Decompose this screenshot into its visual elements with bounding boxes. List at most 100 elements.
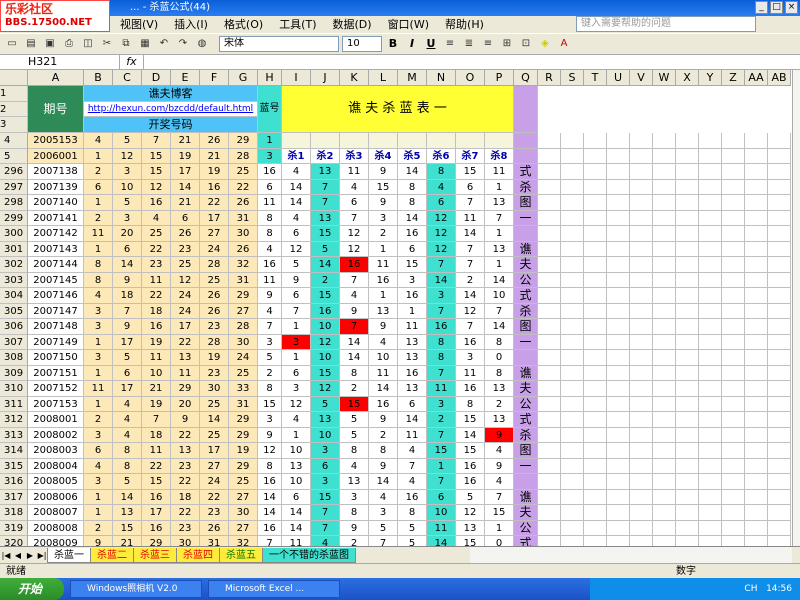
fx-icon[interactable]: fx — [120, 55, 144, 69]
empty-cell[interactable] — [722, 334, 745, 350]
empty-cell[interactable] — [538, 272, 561, 288]
number-cell[interactable]: 14 — [200, 412, 229, 428]
row-header[interactable]: 309 — [0, 365, 28, 381]
empty-cell[interactable] — [630, 505, 653, 521]
kill-cell[interactable]: 5 — [311, 241, 340, 257]
number-cell[interactable]: 25 — [200, 427, 229, 443]
kill-label[interactable]: 杀6 — [427, 148, 456, 164]
kill-cell[interactable]: 16 — [311, 303, 340, 319]
kill-cell[interactable]: 4 — [282, 164, 311, 180]
purple-cell[interactable]: 谯 — [514, 489, 538, 505]
number-cell[interactable]: 21 — [113, 536, 142, 546]
number-cell[interactable]: 24 — [171, 288, 200, 304]
number-cell[interactable]: 3 — [84, 350, 113, 366]
empty-cell[interactable] — [630, 489, 653, 505]
kill-cell[interactable]: 10 — [282, 443, 311, 459]
number-cell[interactable]: 4 — [84, 458, 113, 474]
empty-cell[interactable] — [561, 148, 584, 164]
align-left-icon[interactable]: ≡ — [442, 36, 458, 52]
period-cell[interactable]: 2007151 — [28, 365, 84, 381]
kill-cell[interactable]: 13 — [311, 412, 340, 428]
empty-cell[interactable] — [538, 334, 561, 350]
kill-cell[interactable]: 4 — [485, 474, 514, 490]
number-cell[interactable]: 24 — [171, 303, 200, 319]
number-cell[interactable]: 25 — [229, 164, 258, 180]
number-cell[interactable]: 25 — [142, 226, 171, 242]
kill-cell[interactable]: 13 — [311, 210, 340, 226]
empty-cell[interactable] — [676, 396, 699, 412]
empty-cell[interactable] — [699, 303, 722, 319]
kill-label[interactable] — [427, 133, 456, 149]
kill-label[interactable] — [456, 133, 485, 149]
fill-color-icon[interactable]: ◈ — [537, 36, 553, 52]
empty-cell[interactable] — [561, 164, 584, 180]
empty-cell[interactable] — [768, 350, 791, 366]
period-cell[interactable]: 2007140 — [28, 195, 84, 211]
kill-cell[interactable]: 4 — [340, 179, 369, 195]
number-cell[interactable]: 6 — [84, 179, 113, 195]
preview-icon[interactable]: ◫ — [80, 36, 96, 52]
purple-cell[interactable]: 杀 — [514, 179, 538, 195]
number-cell[interactable]: 9 — [113, 319, 142, 335]
menu-item-4[interactable]: 数据(D) — [325, 16, 380, 33]
kill-cell[interactable]: 12 — [282, 241, 311, 257]
period-cell[interactable]: 2008001 — [28, 412, 84, 428]
empty-cell[interactable] — [538, 474, 561, 490]
kill-cell[interactable]: 2 — [369, 226, 398, 242]
kill-cell[interactable]: 1 — [369, 241, 398, 257]
kill-cell[interactable]: 1 — [282, 427, 311, 443]
kill-cell[interactable]: 14 — [485, 272, 514, 288]
number-cell[interactable]: 11 — [142, 443, 171, 459]
number-cell[interactable]: 12 — [142, 179, 171, 195]
formula-input[interactable] — [144, 55, 800, 69]
kill-cell[interactable]: 15 — [485, 505, 514, 521]
kill-cell[interactable]: 11 — [485, 164, 514, 180]
kill-cell[interactable]: 11 — [282, 536, 311, 546]
number-cell[interactable]: 22 — [229, 179, 258, 195]
purple-cell[interactable]: 谯 — [514, 241, 538, 257]
period-cell[interactable]: 2008007 — [28, 505, 84, 521]
kill-cell[interactable]: 7 — [398, 458, 427, 474]
empty-cell[interactable] — [699, 365, 722, 381]
underline-button[interactable]: U — [423, 36, 439, 52]
kill-cell[interactable]: 9 — [369, 412, 398, 428]
empty-cell[interactable] — [722, 443, 745, 459]
number-cell[interactable]: 15 — [142, 164, 171, 180]
empty-cell[interactable] — [745, 427, 768, 443]
column-header-B[interactable]: B — [84, 70, 113, 86]
empty-cell[interactable] — [584, 164, 607, 180]
empty-cell[interactable] — [676, 179, 699, 195]
empty-cell[interactable] — [630, 427, 653, 443]
empty-cell[interactable] — [676, 210, 699, 226]
number-cell[interactable]: 24 — [200, 241, 229, 257]
empty-cell[interactable] — [768, 412, 791, 428]
blue-number-cell[interactable]: 6 — [258, 179, 282, 195]
kill-cell[interactable]: 1 — [369, 288, 398, 304]
kill-cell[interactable]: 1 — [282, 350, 311, 366]
empty-cell[interactable] — [607, 474, 630, 490]
empty-cell[interactable] — [630, 226, 653, 242]
number-cell[interactable]: 18 — [142, 427, 171, 443]
borders-icon[interactable]: ⊡ — [518, 36, 534, 52]
kill-cell[interactable]: 11 — [398, 427, 427, 443]
kill-cell[interactable]: 12 — [456, 303, 485, 319]
empty-cell[interactable] — [722, 272, 745, 288]
empty-cell[interactable] — [676, 272, 699, 288]
empty-cell[interactable] — [653, 412, 676, 428]
empty-cell[interactable] — [722, 381, 745, 397]
kill-cell[interactable]: 7 — [282, 303, 311, 319]
empty-cell[interactable] — [584, 350, 607, 366]
empty-cell[interactable] — [768, 226, 791, 242]
empty-cell[interactable] — [538, 179, 561, 195]
kill-cell[interactable]: 7 — [456, 319, 485, 335]
purple-cell[interactable]: 式 — [514, 288, 538, 304]
kill-cell[interactable]: 8 — [340, 443, 369, 459]
number-cell[interactable]: 24 — [229, 350, 258, 366]
kill-cell[interactable]: 6 — [340, 195, 369, 211]
kill-cell[interactable]: 9 — [340, 520, 369, 536]
kill-cell[interactable]: 4 — [340, 288, 369, 304]
row-header[interactable]: 299 — [0, 210, 28, 226]
number-cell[interactable]: 12 — [113, 148, 142, 164]
empty-cell[interactable] — [584, 195, 607, 211]
empty-cell[interactable] — [768, 257, 791, 273]
